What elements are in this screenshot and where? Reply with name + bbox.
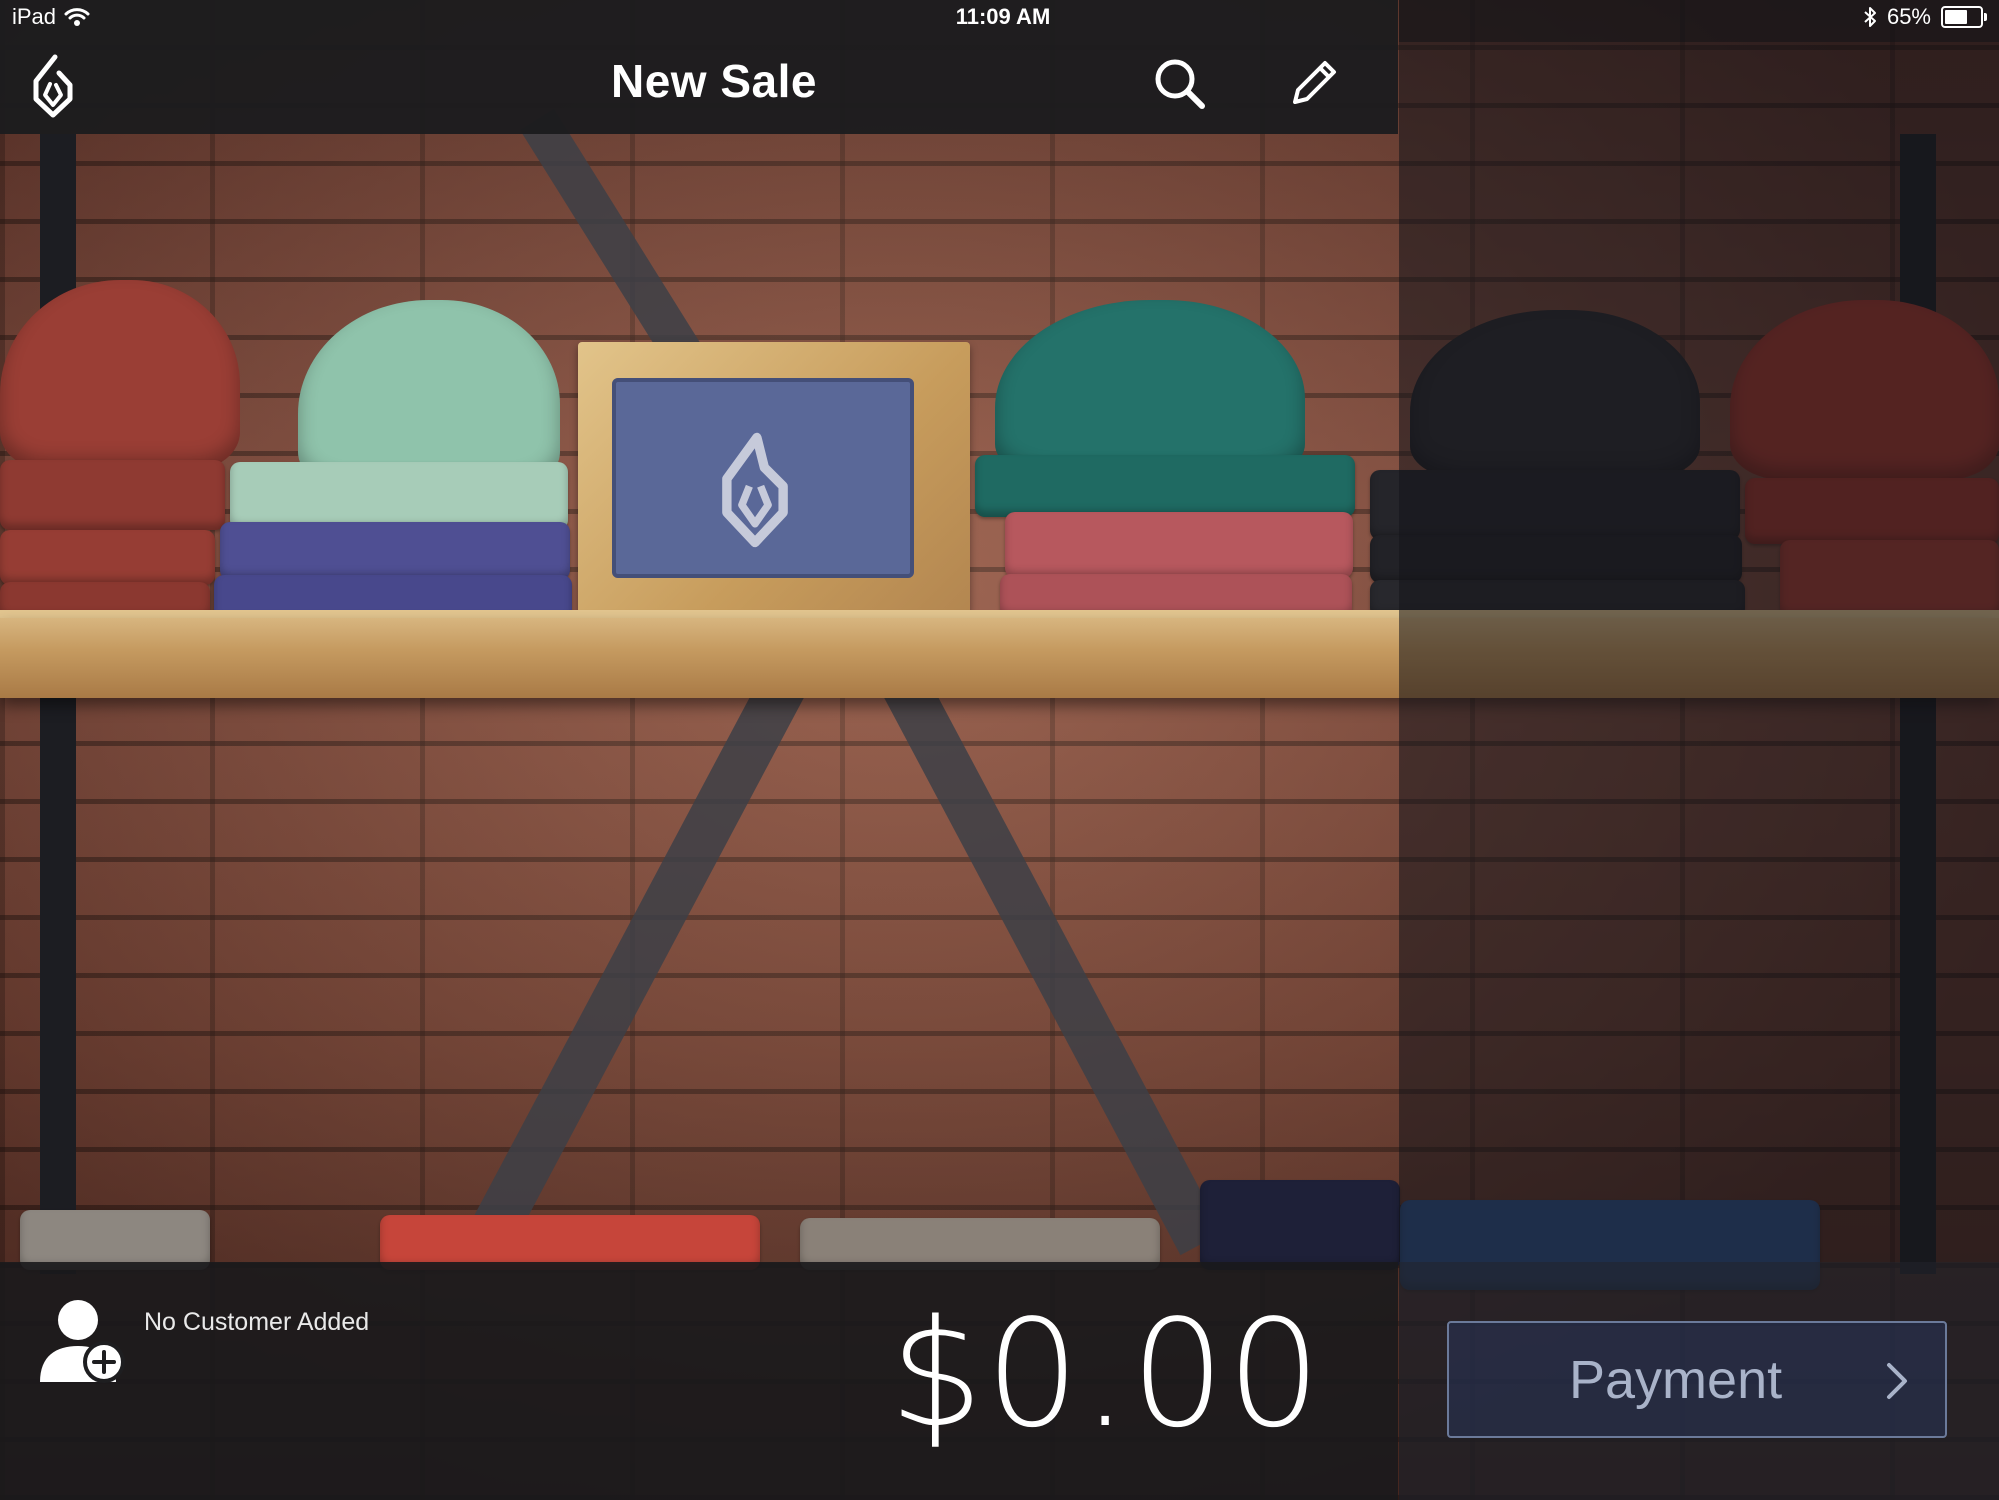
sale-total: $0.00 bbox=[889, 1288, 1323, 1460]
folded-shirt bbox=[1005, 512, 1353, 578]
status-bar-right: 65% bbox=[1863, 4, 1987, 30]
customer-label: No Customer Added bbox=[144, 1308, 370, 1336]
status-time: 11:09 AM bbox=[955, 4, 1051, 29]
battery-level bbox=[1945, 10, 1967, 24]
folded-shirt bbox=[975, 455, 1355, 517]
folded-shirt bbox=[220, 522, 570, 580]
folded-shirt bbox=[230, 462, 568, 530]
bluetooth-icon bbox=[1864, 7, 1876, 27]
pencil-icon bbox=[1293, 61, 1336, 104]
search-icon bbox=[1155, 59, 1205, 109]
battery-percent: 65% bbox=[1886, 4, 1931, 29]
add-customer-icon bbox=[40, 1300, 125, 1383]
folded-shirt bbox=[0, 460, 225, 530]
sign-logo-icon bbox=[722, 432, 788, 548]
payment-label: Payment bbox=[1569, 1350, 1783, 1410]
folded-shirt bbox=[20, 1210, 210, 1270]
battery-icon bbox=[1941, 6, 1987, 28]
page-title: New Sale bbox=[611, 55, 817, 107]
folded-shirt bbox=[1200, 1180, 1400, 1270]
payment-button[interactable]: Payment bbox=[1447, 1321, 1947, 1438]
chevron-right-icon bbox=[1887, 1363, 1907, 1399]
folded-shirt bbox=[0, 530, 215, 585]
search-button[interactable] bbox=[1150, 54, 1210, 114]
edit-button[interactable] bbox=[1283, 54, 1343, 114]
